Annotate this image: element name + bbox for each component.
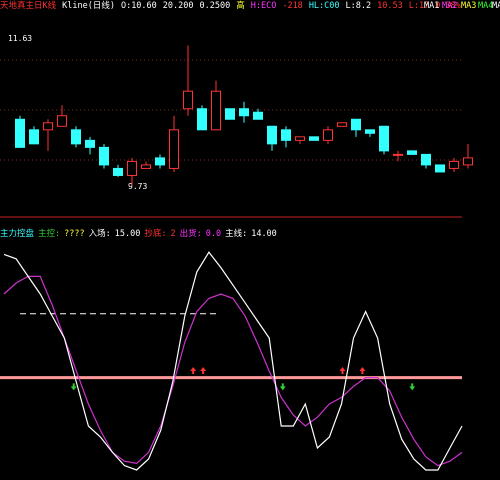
sell-arrow-icon[interactable] <box>70 383 77 391</box>
buy-arrow-icon[interactable] <box>200 367 207 374</box>
buy-arrow-icon[interactable] <box>190 367 197 374</box>
buy-arrow-icon[interactable] <box>359 367 366 374</box>
indicator-chart[interactable] <box>0 0 500 480</box>
sell-arrow-icon[interactable] <box>409 383 416 391</box>
ma-legend-5: MA5 <box>492 1 500 11</box>
ma-legend-1: MA1 <box>424 1 440 11</box>
sell-arrow-icon[interactable] <box>279 383 286 391</box>
buy-arrow-icon[interactable] <box>339 367 346 374</box>
ma-legend-2: MA2 <box>442 1 458 11</box>
ma-legend-3: MA3 <box>461 1 477 11</box>
stock-chart-window: 天地真主日K线 Kline(日线) O:10.60 20.200 0.2500 高 H:EC… <box>0 0 500 480</box>
